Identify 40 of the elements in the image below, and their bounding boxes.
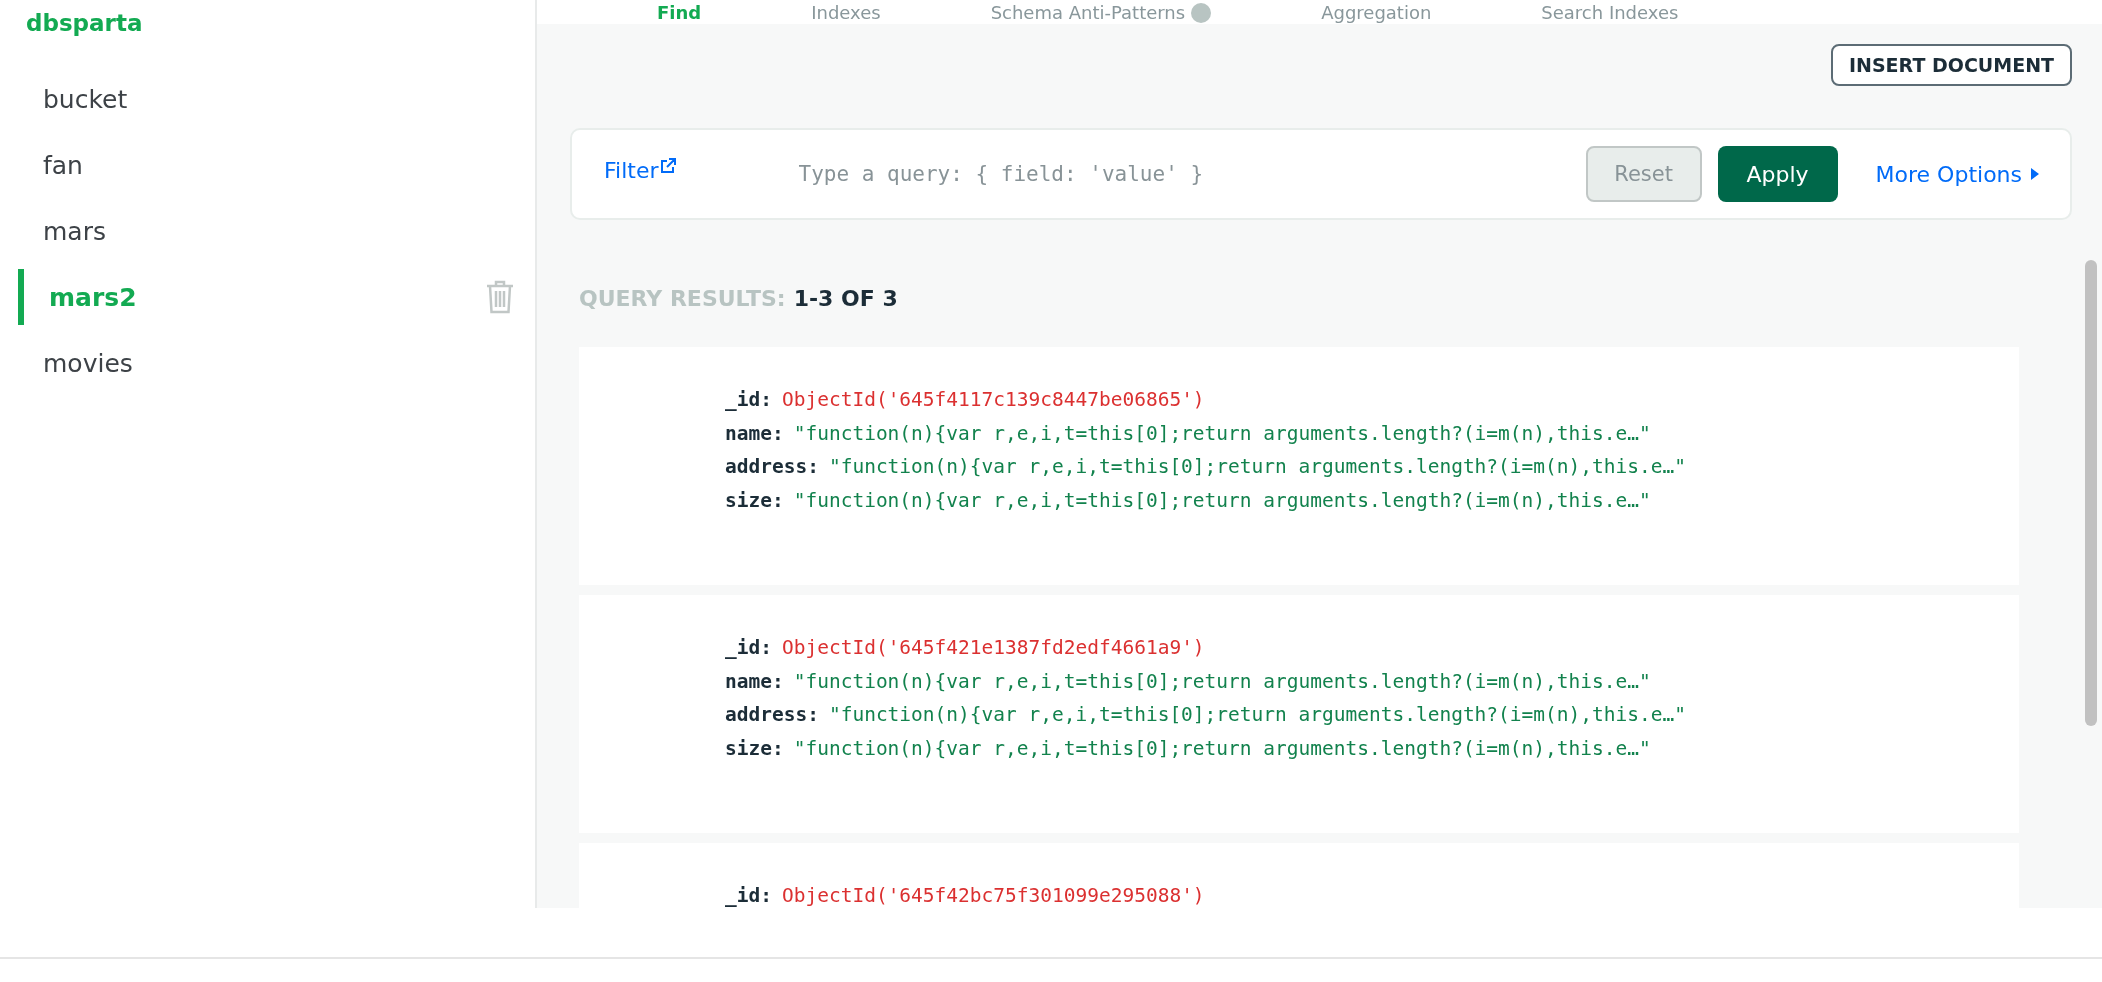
field-value: "function(n){var r,e,i,t=this[0];return arguments.length?(i=m(n),this.e…" [793, 735, 1651, 762]
field-key: name: [725, 416, 784, 450]
field-value: "function(n){var r,e,i,t=this[0];return arguments.length?(i=m(n),this.e…" [793, 668, 1651, 695]
field-value: "function(n){var r,e,i,t=this[0];return arguments.length?(i=m(n),this.e…" [828, 702, 1686, 728]
field-key: address: [725, 450, 819, 484]
more-options-link[interactable]: More Options [1875, 161, 2040, 187]
external-link-icon [660, 157, 677, 174]
field-key: _id: [725, 879, 772, 908]
field-key: _id: [725, 383, 772, 417]
field-value: ObjectId('645f42bc75f301099e295088') [781, 883, 1205, 908]
tab[interactable]: Find [657, 2, 702, 24]
tab[interactable]: Aggregation [1321, 2, 1432, 24]
caret-icon [2030, 167, 2040, 181]
reset-button[interactable]: Reset [1585, 146, 1702, 202]
results-label: QUERY RESULTS: [579, 286, 786, 311]
field-value: "function(n){var r,e,i,t=this[0];return arguments.length?(i=m(n),this.e…" [793, 420, 1651, 447]
field-value: "function(n){var r,e,i,t=this[0];return arguments.length?(i=m(n),this.e…" [828, 454, 1686, 480]
tab[interactable]: Indexes [811, 2, 881, 24]
field-value: ObjectId('645f421e1387fd2edf4661a9') [781, 635, 1205, 661]
field-key: address: [725, 698, 819, 732]
collection-item[interactable]: mars [0, 198, 535, 264]
field-value: "function(n){var r,e,i,t=this[0];return arguments.length?(i=m(n),this.e…" [793, 487, 1651, 514]
collection-item[interactable]: bucket [0, 66, 535, 132]
insert-document-button[interactable]: INSERT DOCUMENT [1830, 44, 2072, 86]
trash-icon[interactable] [485, 280, 515, 314]
field-value: ObjectId('645f4117c139c8447be06865') [781, 387, 1205, 413]
field-key: _id: [725, 631, 772, 665]
collection-item[interactable]: fan [0, 132, 535, 198]
scrollbar-thumb[interactable] [2085, 260, 2097, 726]
field-key: size: [725, 731, 784, 765]
results-range: 1-3 OF 3 [793, 286, 898, 311]
database-name[interactable]: dbsparta [0, 10, 535, 66]
tab[interactable]: Search Indexes [1541, 2, 1679, 24]
apply-button[interactable]: Apply [1717, 146, 1838, 202]
field-key: name: [725, 664, 784, 698]
filter-link[interactable]: Filter [604, 157, 677, 183]
collection-item[interactable]: movies [0, 330, 535, 396]
tab[interactable]: Schema Anti-Patterns [990, 2, 1212, 24]
field-key: size: [725, 483, 784, 517]
query-input[interactable]: Type a query: { field: 'value' } [796, 161, 1586, 187]
